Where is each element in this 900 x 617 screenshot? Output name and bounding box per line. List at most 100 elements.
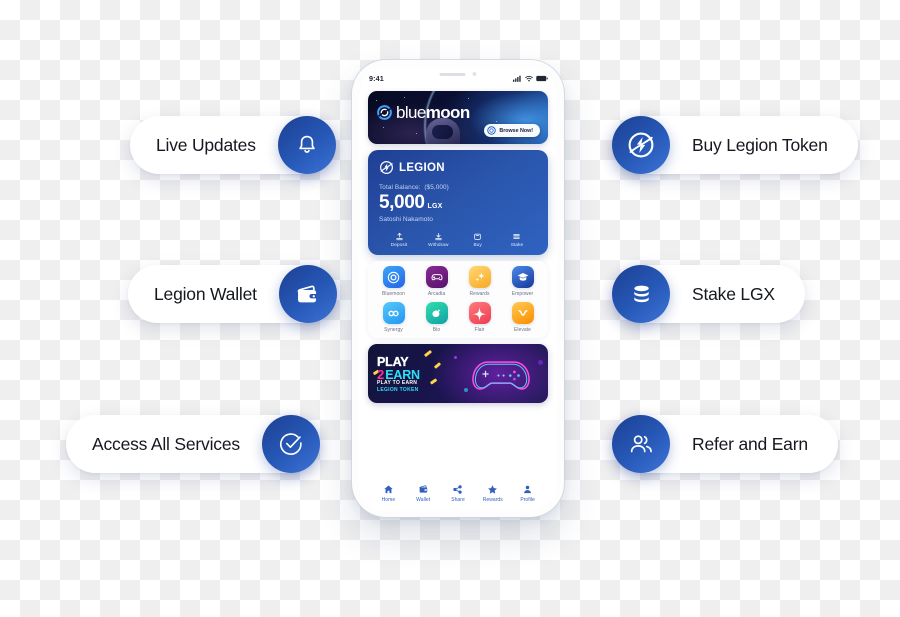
bell-icon <box>277 116 336 174</box>
nav-label: Rewards <box>482 496 503 503</box>
star-icon <box>488 484 498 494</box>
balance-label-text: Total Balance: <box>379 184 421 191</box>
confetti-decor <box>454 356 457 359</box>
apps-row: Bluemoon Arcadia Rewards Empower <box>372 266 544 297</box>
action-label: Buy <box>473 243 482 248</box>
feature-pill-stake-lgx[interactable]: Stake LGX <box>612 265 805 323</box>
apps-row: Synergy Bio Flair Elevate <box>372 302 544 333</box>
app-item-flair[interactable]: Flair <box>460 302 500 333</box>
p2e-subtitle: PLAY TO EARN LEGION TOKEN <box>377 380 419 395</box>
status-time: 9:41 <box>369 73 384 83</box>
nav-item-rewards[interactable]: Rewards <box>476 484 510 503</box>
feature-pill-live-updates[interactable]: Live Updates <box>130 116 336 174</box>
status-icons <box>513 75 548 82</box>
share-icon <box>453 484 463 494</box>
app-label: Flair <box>474 327 485 333</box>
action-label: Stake <box>510 243 524 248</box>
layers-icon <box>513 234 521 239</box>
play-to-earn-banner[interactable]: PLAY 2 EARN PLAY TO EARN LEGION TOKEN <box>368 344 548 403</box>
p2e-sub-line1: PLAY TO EARN <box>377 379 418 386</box>
neon-gamepad-icon <box>472 361 530 390</box>
feature-pill-legion-wallet[interactable]: Legion Wallet <box>128 265 337 323</box>
confetti-decor <box>423 349 433 358</box>
home-icon <box>384 485 393 493</box>
four-point-star-icon <box>468 302 491 324</box>
feature-pill-label: Live Updates <box>156 134 256 155</box>
download-icon <box>435 232 442 241</box>
bag-icon <box>474 233 481 240</box>
legion-action-deposit[interactable]: Deposit <box>382 232 416 248</box>
confetti-decor <box>538 360 543 365</box>
feature-pill-label: Stake LGX <box>692 283 775 304</box>
gamepad-icon <box>425 266 448 288</box>
star-decor <box>376 100 378 102</box>
p2e-title: PLAY 2 EARN <box>377 354 420 382</box>
app-label: Bluemoon <box>382 291 405 297</box>
legion-bolt-icon <box>612 116 670 174</box>
app-label: Rewards <box>469 291 490 297</box>
app-item-synergy[interactable]: Synergy <box>374 302 414 333</box>
legion-title: LEGION <box>399 161 445 174</box>
feature-pill-refer-and-earn[interactable]: Refer and Earn <box>612 415 838 473</box>
legion-amount: 5,000 LGX <box>379 192 537 214</box>
legion-action-stake[interactable]: Stake <box>500 232 534 248</box>
notch <box>439 72 477 76</box>
bottom-navigation: Home Wallet Share Rewards Profile <box>368 477 548 511</box>
nav-item-wallet[interactable]: Wallet <box>406 484 440 503</box>
app-label: Synergy <box>384 327 403 333</box>
legion-card-header: LEGION <box>379 160 537 175</box>
app-label: Elevate <box>513 327 532 333</box>
bluemoon-wordmark: bluemoon <box>396 103 470 122</box>
app-item-rewards[interactable]: Rewards <box>460 266 500 297</box>
legion-amount-value: 5,000 <box>379 192 425 213</box>
notch-speaker <box>439 72 466 76</box>
check-circle-icon <box>261 415 320 473</box>
feature-pill-label: Legion Wallet <box>154 283 257 304</box>
action-label: Withdraw <box>428 243 449 248</box>
bluemoon-logo: bluemoon <box>377 104 470 121</box>
feature-pill-access-all-services[interactable]: Access All Services <box>66 415 320 473</box>
app-item-bio[interactable]: Bio <box>417 302 457 333</box>
legion-bolt-icon <box>380 161 393 174</box>
app-item-elevate[interactable]: Elevate <box>503 302 543 333</box>
leaf-hand-icon <box>425 302 448 324</box>
checkmark-v-icon <box>511 302 534 324</box>
legion-action-buy[interactable]: Buy <box>461 232 495 248</box>
nav-label: Home <box>381 496 396 503</box>
nav-item-profile[interactable]: Profile <box>511 484 545 503</box>
notch-camera <box>472 72 477 76</box>
confetti-decor <box>464 388 468 392</box>
p2e-sub-line2: LEGION TOKEN <box>377 386 419 393</box>
users-icon <box>612 415 670 473</box>
upload-icon <box>395 232 403 241</box>
star-decor <box>416 133 418 135</box>
person-icon <box>524 485 531 493</box>
legion-action-withdraw[interactable]: Withdraw <box>421 232 455 248</box>
graduation-cap-icon <box>511 266 534 288</box>
confetti-decor <box>429 378 438 385</box>
nav-item-share[interactable]: Share <box>441 484 475 503</box>
battery-icon <box>536 75 548 81</box>
feature-pill-buy-legion-token[interactable]: Buy Legion Token <box>612 116 858 174</box>
legion-balance-label: Total Balance: ($5,000) <box>379 184 537 191</box>
signal-icon <box>513 75 521 82</box>
nav-item-home[interactable]: Home <box>371 484 405 503</box>
nav-label: Wallet <box>416 496 431 503</box>
bluemoon-banner[interactable]: bluemoon Browse Now! <box>368 91 548 144</box>
star-decor <box>404 97 406 99</box>
apps-grid: Bluemoon Arcadia Rewards Empower Synergy… <box>368 261 548 338</box>
coins-stack-icon <box>612 265 670 323</box>
feature-pill-label: Buy Legion Token <box>692 134 828 155</box>
infinity-icon <box>382 302 405 324</box>
legion-owner-name: Satoshi Nakamoto <box>379 216 433 223</box>
app-item-arcadia[interactable]: Arcadia <box>417 266 457 297</box>
browse-now-button[interactable]: Browse Now! <box>484 124 540 137</box>
wallet-icon <box>278 265 337 323</box>
wallet-icon <box>419 484 427 493</box>
action-label: Deposit <box>390 243 408 248</box>
confetti-decor <box>433 362 442 369</box>
legion-balance-card: LEGION Total Balance: ($5,000) 5,000 LGX… <box>368 150 548 255</box>
app-label: Bio <box>432 327 441 333</box>
app-item-empower[interactable]: Empower <box>503 266 543 297</box>
app-item-bluemoon[interactable]: Bluemoon <box>374 266 414 297</box>
